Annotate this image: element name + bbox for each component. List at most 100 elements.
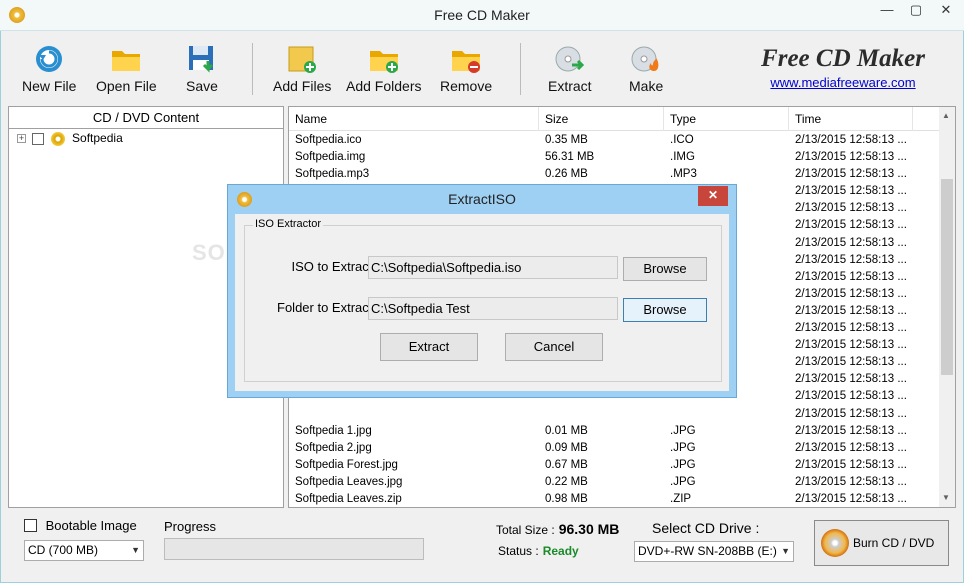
cell-time: 2/13/2015 12:58:13 ...: [795, 185, 907, 198]
cell-size: 56.31 MB: [545, 151, 595, 164]
brand-name: Free CD Maker: [761, 45, 925, 72]
add-folders-button[interactable]: Add Folders: [346, 43, 421, 94]
cell-time: 2/13/2015 12:58:13 ...: [795, 253, 907, 266]
folder-to-extract-label: Folder to Extract:: [277, 300, 376, 315]
dialog-close-button[interactable]: ✕: [698, 186, 728, 206]
make-button[interactable]: Make: [629, 43, 663, 94]
cell-time: 2/13/2015 12:58:13 ...: [795, 202, 907, 215]
iso-path-input[interactable]: C:\Softpedia\Softpedia.iso: [368, 256, 618, 279]
cd-icon: [50, 131, 65, 146]
cell-time: 2/13/2015 12:58:13 ...: [795, 168, 907, 181]
scroll-down-icon[interactable]: ▼: [942, 493, 950, 502]
burn-label: Burn CD / DVD: [853, 536, 935, 550]
table-row[interactable]: Softpedia 1.jpg 0.01 MB .JPG 2/13/2015 12:5…: [289, 423, 941, 440]
cell-time: 2/13/2015 12:58:13 ...: [795, 356, 907, 369]
table-row[interactable]: Softpedia Leaves.zip 0.98 MB .ZIP 2/13/2015…: [289, 491, 941, 507]
cell-size: 0.01 MB: [545, 424, 588, 437]
add-files-button[interactable]: Add Files: [273, 43, 331, 94]
extract-button[interactable]: Extract: [548, 43, 592, 94]
cell-size: 0.22 MB: [545, 475, 588, 488]
tree-item-label: Softpedia: [72, 131, 123, 145]
table-row[interactable]: Softpedia Leaves.jpg 0.22 MB .JPG 2/13/2015…: [289, 474, 941, 491]
cell-time: 2/13/2015 12:58:13 ...: [795, 407, 907, 420]
new-file-label: New File: [22, 78, 77, 94]
cell-size: 0.67 MB: [545, 458, 588, 471]
chevron-down-icon: ▼: [781, 546, 790, 556]
cell-name: Softpedia 2.jpg: [295, 441, 372, 454]
table-row[interactable]: Softpedia.img 56.31 MB .IMG 2/13/2015 12:58…: [289, 149, 941, 166]
vertical-scrollbar[interactable]: ▲ ▼: [939, 107, 955, 507]
cell-size: 0.26 MB: [545, 168, 588, 181]
remove-label: Remove: [440, 78, 493, 94]
checkbox-box[interactable]: [24, 519, 37, 532]
folder-path-input[interactable]: C:\Softpedia Test: [368, 297, 618, 320]
cell-time: 2/13/2015 12:58:13 ...: [795, 339, 907, 352]
maximize-button[interactable]: ▢: [902, 0, 930, 21]
status: Status : Ready: [498, 544, 579, 558]
table-row[interactable]: Softpedia.ico 0.35 MB .ICO 2/13/2015 12:58:…: [289, 132, 941, 149]
new-file-button[interactable]: New File: [22, 43, 76, 94]
close-button[interactable]: ✕: [929, 0, 963, 21]
cd-drive-label: Select CD Drive :: [652, 520, 760, 536]
list-header: Name Size Type Time: [289, 107, 941, 131]
brand-url-link[interactable]: www.mediafreeware.com: [738, 75, 948, 90]
cell-time: 2/13/2015 12:58:13 ...: [795, 475, 907, 488]
browse-iso-button[interactable]: Browse: [623, 257, 707, 281]
cell-time: 2/13/2015 12:58:13 ...: [795, 322, 907, 335]
cell-time: 2/13/2015 12:58:13 ...: [795, 304, 907, 317]
save-button[interactable]: Save: [186, 43, 218, 94]
table-row[interactable]: Softpedia 2.jpg 0.09 MB .JPG 2/13/2015 12:5…: [289, 440, 941, 457]
expand-icon[interactable]: +: [17, 134, 26, 144]
tree-header: CD / DVD Content: [9, 107, 283, 129]
cell-size: 0.09 MB: [545, 441, 588, 454]
burn-cd-dvd-button[interactable]: Burn CD / DVD: [814, 520, 949, 566]
group-label: ISO Extractor: [253, 218, 324, 230]
cell-time: 2/13/2015 12:58:13 ...: [795, 270, 907, 283]
iso-to-extract-label: ISO to Extract:: [291, 259, 376, 274]
table-row[interactable]: 2/13/2015 12:58:13 ...: [289, 406, 941, 423]
cell-time: 2/13/2015 12:58:13 ...: [795, 151, 907, 164]
disc-extract-icon: [555, 46, 584, 72]
remove-button[interactable]: Remove: [440, 43, 492, 94]
open-file-button[interactable]: Open File: [96, 43, 157, 94]
dialog-body: ISO Extractor ISO to Extract: C:\Softped…: [235, 214, 729, 391]
add-folder-icon: [369, 51, 398, 73]
cancel-button[interactable]: Cancel: [505, 333, 603, 361]
cell-name: Softpedia.mp3: [295, 168, 370, 181]
tree-item-root[interactable]: + Softpedia: [9, 129, 283, 147]
cell-time: 2/13/2015 12:58:13 ...: [795, 134, 907, 146]
media-size-select[interactable]: CD (700 MB) ▼: [24, 540, 144, 561]
title-bar: Free CD Maker — ▢ ✕: [0, 0, 964, 31]
scrollbar-thumb[interactable]: [941, 179, 953, 375]
add-folders-label: Add Folders: [346, 78, 422, 94]
scroll-up-icon[interactable]: ▲: [942, 111, 950, 120]
cell-name: Softpedia Leaves.zip: [295, 492, 402, 505]
cd-drive-select[interactable]: DVD+-RW SN-208BB (E:) ▼: [634, 541, 794, 562]
cell-time: 2/13/2015 12:58:13 ...: [795, 458, 907, 471]
cell-type: .ZIP: [670, 492, 692, 505]
disc-burn-icon: [821, 529, 849, 557]
table-row[interactable]: Softpedia.mp3 0.26 MB .MP3 2/13/2015 12:58:…: [289, 166, 941, 183]
folder-open-icon: [112, 51, 141, 71]
cell-name: Softpedia.img: [295, 151, 366, 164]
browse-folder-button[interactable]: Browse: [623, 298, 707, 322]
status-area: Bootable Image CD (700 MB) ▼ Progress To…: [8, 510, 956, 580]
column-header-size[interactable]: Size: [539, 107, 664, 131]
progress-bar: [164, 538, 424, 560]
cell-time: 2/13/2015 12:58:13 ...: [795, 492, 907, 505]
cell-name: Softpedia Leaves.jpg: [295, 475, 403, 488]
cell-size: 0.98 MB: [545, 492, 588, 505]
column-header-time[interactable]: Time: [789, 107, 913, 131]
tree-checkbox[interactable]: [32, 132, 45, 145]
total-size: Total Size :96.30 MB: [496, 521, 619, 537]
column-header-type[interactable]: Type: [664, 107, 789, 131]
minimize-button[interactable]: —: [873, 0, 901, 21]
extract-dialog-button[interactable]: Extract: [380, 333, 478, 361]
table-row[interactable]: Softpedia Forest.jpg 0.67 MB .JPG 2/13/2015…: [289, 457, 941, 474]
new-file-icon: [36, 46, 63, 72]
extract-label: Extract: [548, 78, 592, 94]
make-label: Make: [629, 78, 664, 94]
column-header-name[interactable]: Name: [289, 107, 539, 131]
cell-type: .JPG: [670, 424, 696, 437]
bootable-image-checkbox[interactable]: Bootable Image: [24, 518, 137, 533]
